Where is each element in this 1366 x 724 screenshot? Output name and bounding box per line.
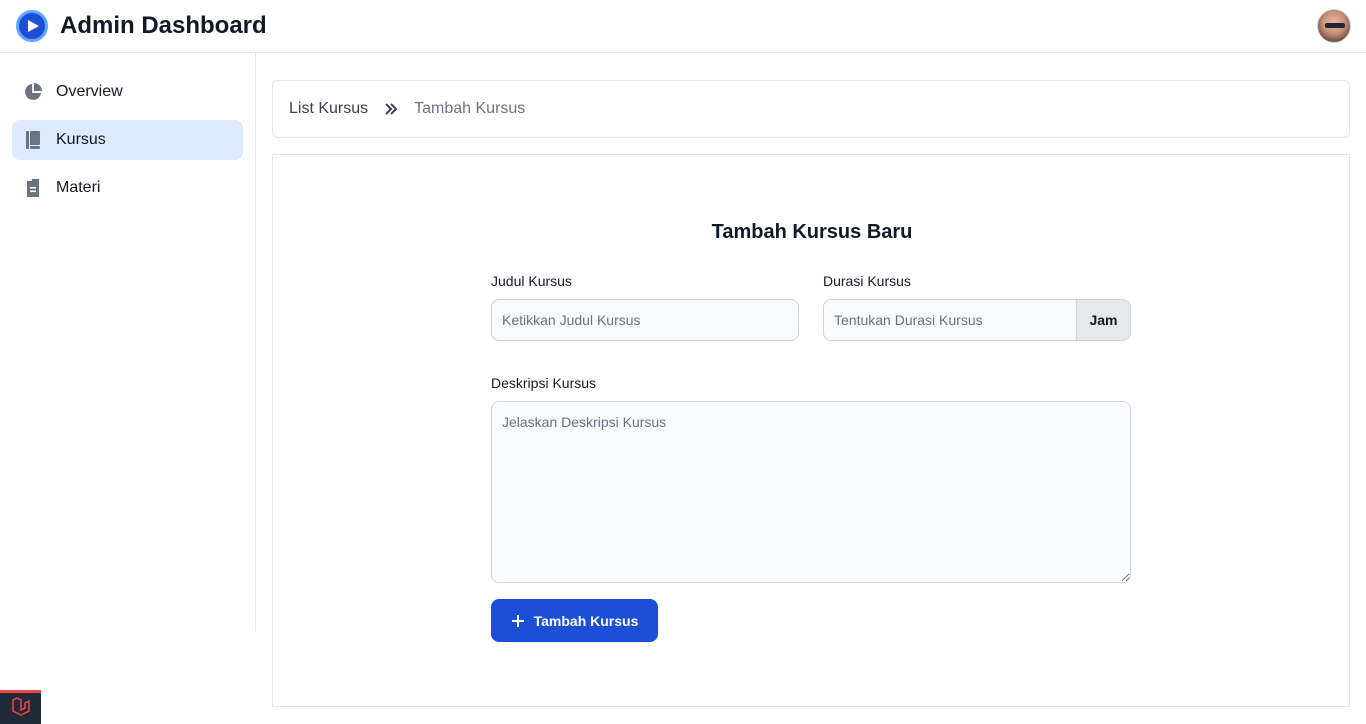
avatar-glasses: [1325, 23, 1345, 28]
pie-chart-icon: [23, 82, 43, 102]
judul-kursus-label: Judul Kursus: [491, 273, 572, 289]
durasi-kursus-label: Durasi Kursus: [823, 273, 911, 289]
tambah-kursus-button-label: Tambah Kursus: [533, 612, 639, 629]
durasi-kursus-input[interactable]: [823, 299, 1077, 341]
top-header: Admin Dashboard: [0, 0, 1366, 53]
user-avatar[interactable]: [1317, 9, 1351, 43]
breadcrumb: List Kursus Tambah Kursus: [272, 80, 1350, 138]
laravel-logo-icon: [11, 696, 31, 721]
breadcrumb-link-list-kursus[interactable]: List Kursus: [289, 100, 368, 118]
plus-icon: [511, 614, 525, 628]
book-icon: [23, 130, 43, 150]
breadcrumb-current: Tambah Kursus: [414, 100, 526, 117]
sidebar-item-kursus[interactable]: Kursus: [12, 120, 243, 160]
debugbar-toggle[interactable]: [0, 690, 41, 724]
sidebar-item-label: Materi: [56, 179, 101, 196]
sidebar: Overview Kursus Materi: [0, 53, 256, 631]
deskripsi-kursus-textarea[interactable]: [491, 401, 1131, 583]
double-chevron-right-icon: [384, 103, 398, 115]
durasi-unit-addon: Jam: [1077, 299, 1131, 341]
sidebar-item-materi[interactable]: Materi: [12, 168, 243, 208]
tambah-kursus-button[interactable]: Tambah Kursus: [491, 599, 658, 642]
form-card: Tambah Kursus Baru Judul Kursus Durasi K…: [272, 154, 1350, 707]
form-title: Tambah Kursus Baru: [711, 221, 913, 243]
app-title: Admin Dashboard: [60, 12, 267, 39]
deskripsi-kursus-label: Deskripsi Kursus: [491, 375, 597, 391]
app-logo-icon[interactable]: [16, 10, 48, 42]
document-icon: [23, 178, 43, 198]
sidebar-item-overview[interactable]: Overview: [12, 72, 243, 112]
sidebar-item-label: Kursus: [56, 131, 106, 148]
judul-kursus-input[interactable]: [491, 299, 799, 341]
sidebar-item-label: Overview: [56, 83, 123, 100]
